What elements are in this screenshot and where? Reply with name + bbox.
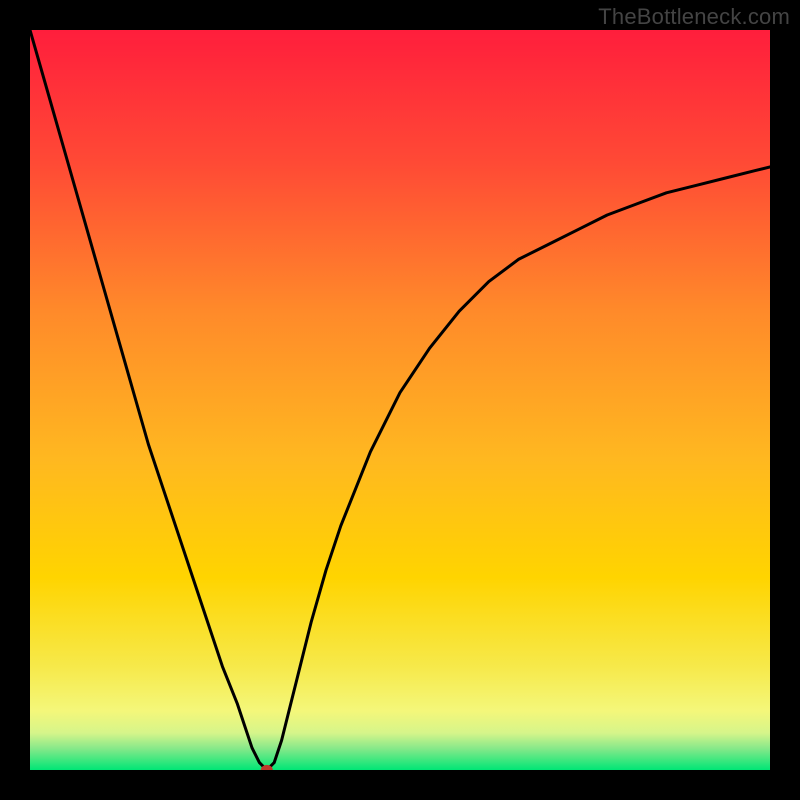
chart-frame: TheBottleneck.com — [0, 0, 800, 800]
chart-svg — [30, 30, 770, 770]
plot-area — [30, 30, 770, 770]
gradient-bg — [30, 30, 770, 770]
watermark-text: TheBottleneck.com — [598, 4, 790, 30]
